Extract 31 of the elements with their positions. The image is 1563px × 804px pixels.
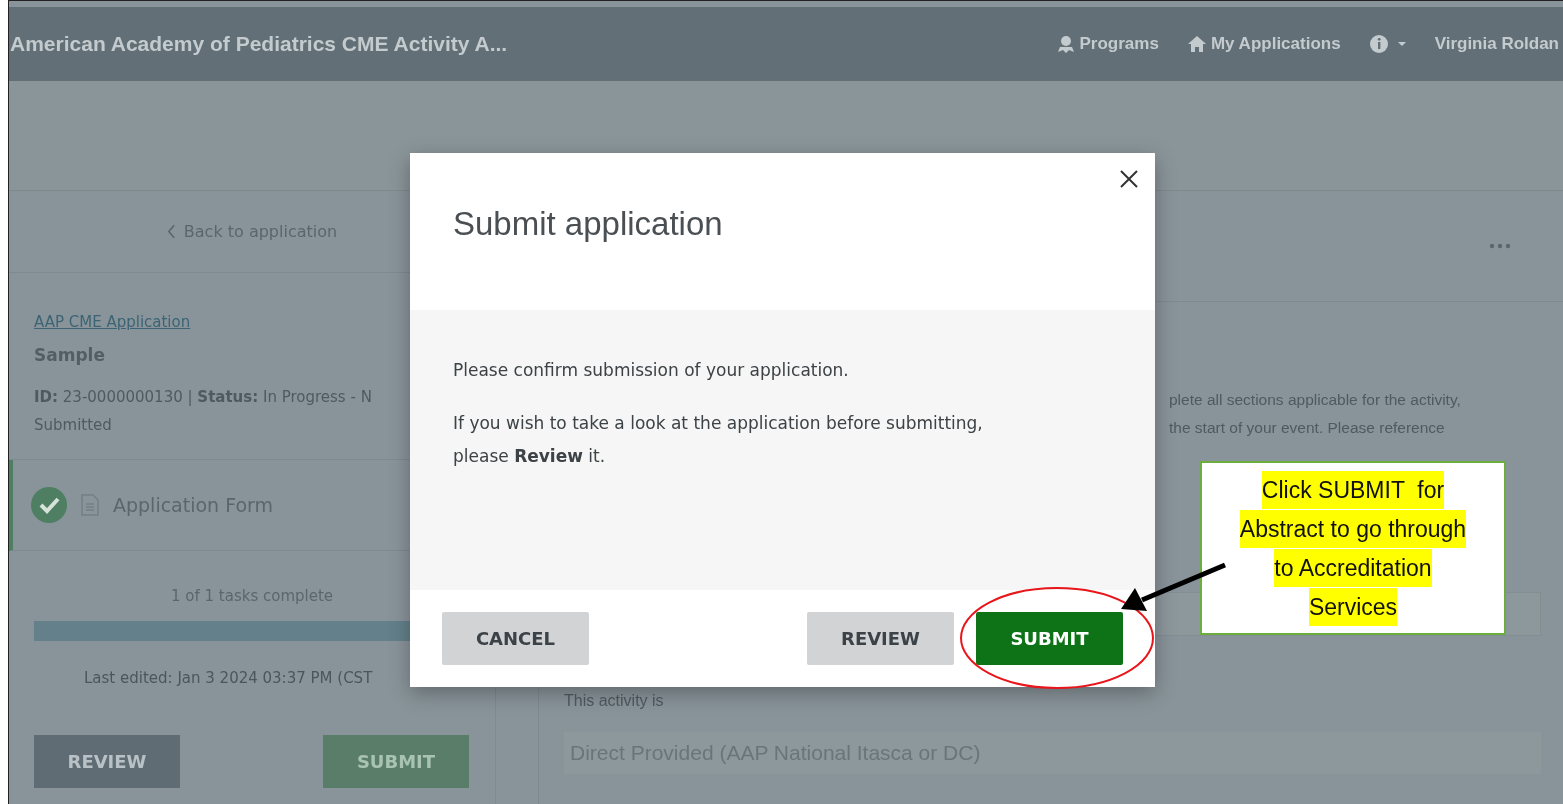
application-meta-text: ID: 23-0000000130 | Status: In Progress - N — [34, 387, 372, 408]
site-title: American Academy of Pediatrics CME Activity A... — [9, 32, 508, 56]
review-button[interactable]: REVIEW — [34, 735, 180, 788]
chevron-left-icon — [166, 224, 176, 239]
cancel-button[interactable]: CANCEL — [442, 612, 589, 665]
info-icon — [1368, 34, 1389, 54]
dialog-title: Submit application — [453, 205, 724, 243]
more-options-icon[interactable] — [1489, 243, 1511, 249]
caret-icon — [1396, 41, 1407, 47]
people-icon — [1055, 34, 1076, 54]
field-label: This activity is — [564, 692, 665, 710]
user-menu-link[interactable]: Virginia Roldan — [1434, 34, 1559, 54]
callout-text: Services — [1308, 587, 1398, 626]
help-menu-button[interactable] — [1368, 34, 1407, 54]
home-icon — [1186, 34, 1207, 54]
callout-text: Click SUBMIT for — [1261, 470, 1445, 509]
check-circle-icon — [31, 487, 67, 523]
submit-button[interactable]: SUBMIT — [323, 735, 469, 788]
submit-button[interactable]: SUBMIT — [976, 612, 1123, 665]
nav-link[interactable]: My Applications — [1186, 34, 1341, 54]
callout-text: Abstract to go through — [1239, 509, 1467, 548]
instruction-text: the start of your event. Please reference — [1169, 418, 1446, 438]
dialog-message: Please confirm submission of your application. — [453, 359, 850, 382]
last-edited-text: Last edited: Jan 3 2024 03:37 PM (CST — [83, 669, 374, 687]
callout-text: to Accreditation — [1274, 548, 1432, 587]
close-icon[interactable] — [1119, 169, 1139, 189]
instruction-text: plete all sections applicable for the activity, — [1169, 390, 1462, 410]
application-link[interactable]: AAP CME Application — [34, 313, 191, 331]
review-button[interactable]: REVIEW — [807, 612, 954, 665]
nav-link[interactable]: Programs — [1055, 34, 1159, 54]
application-meta-text: Submitted — [34, 415, 112, 436]
